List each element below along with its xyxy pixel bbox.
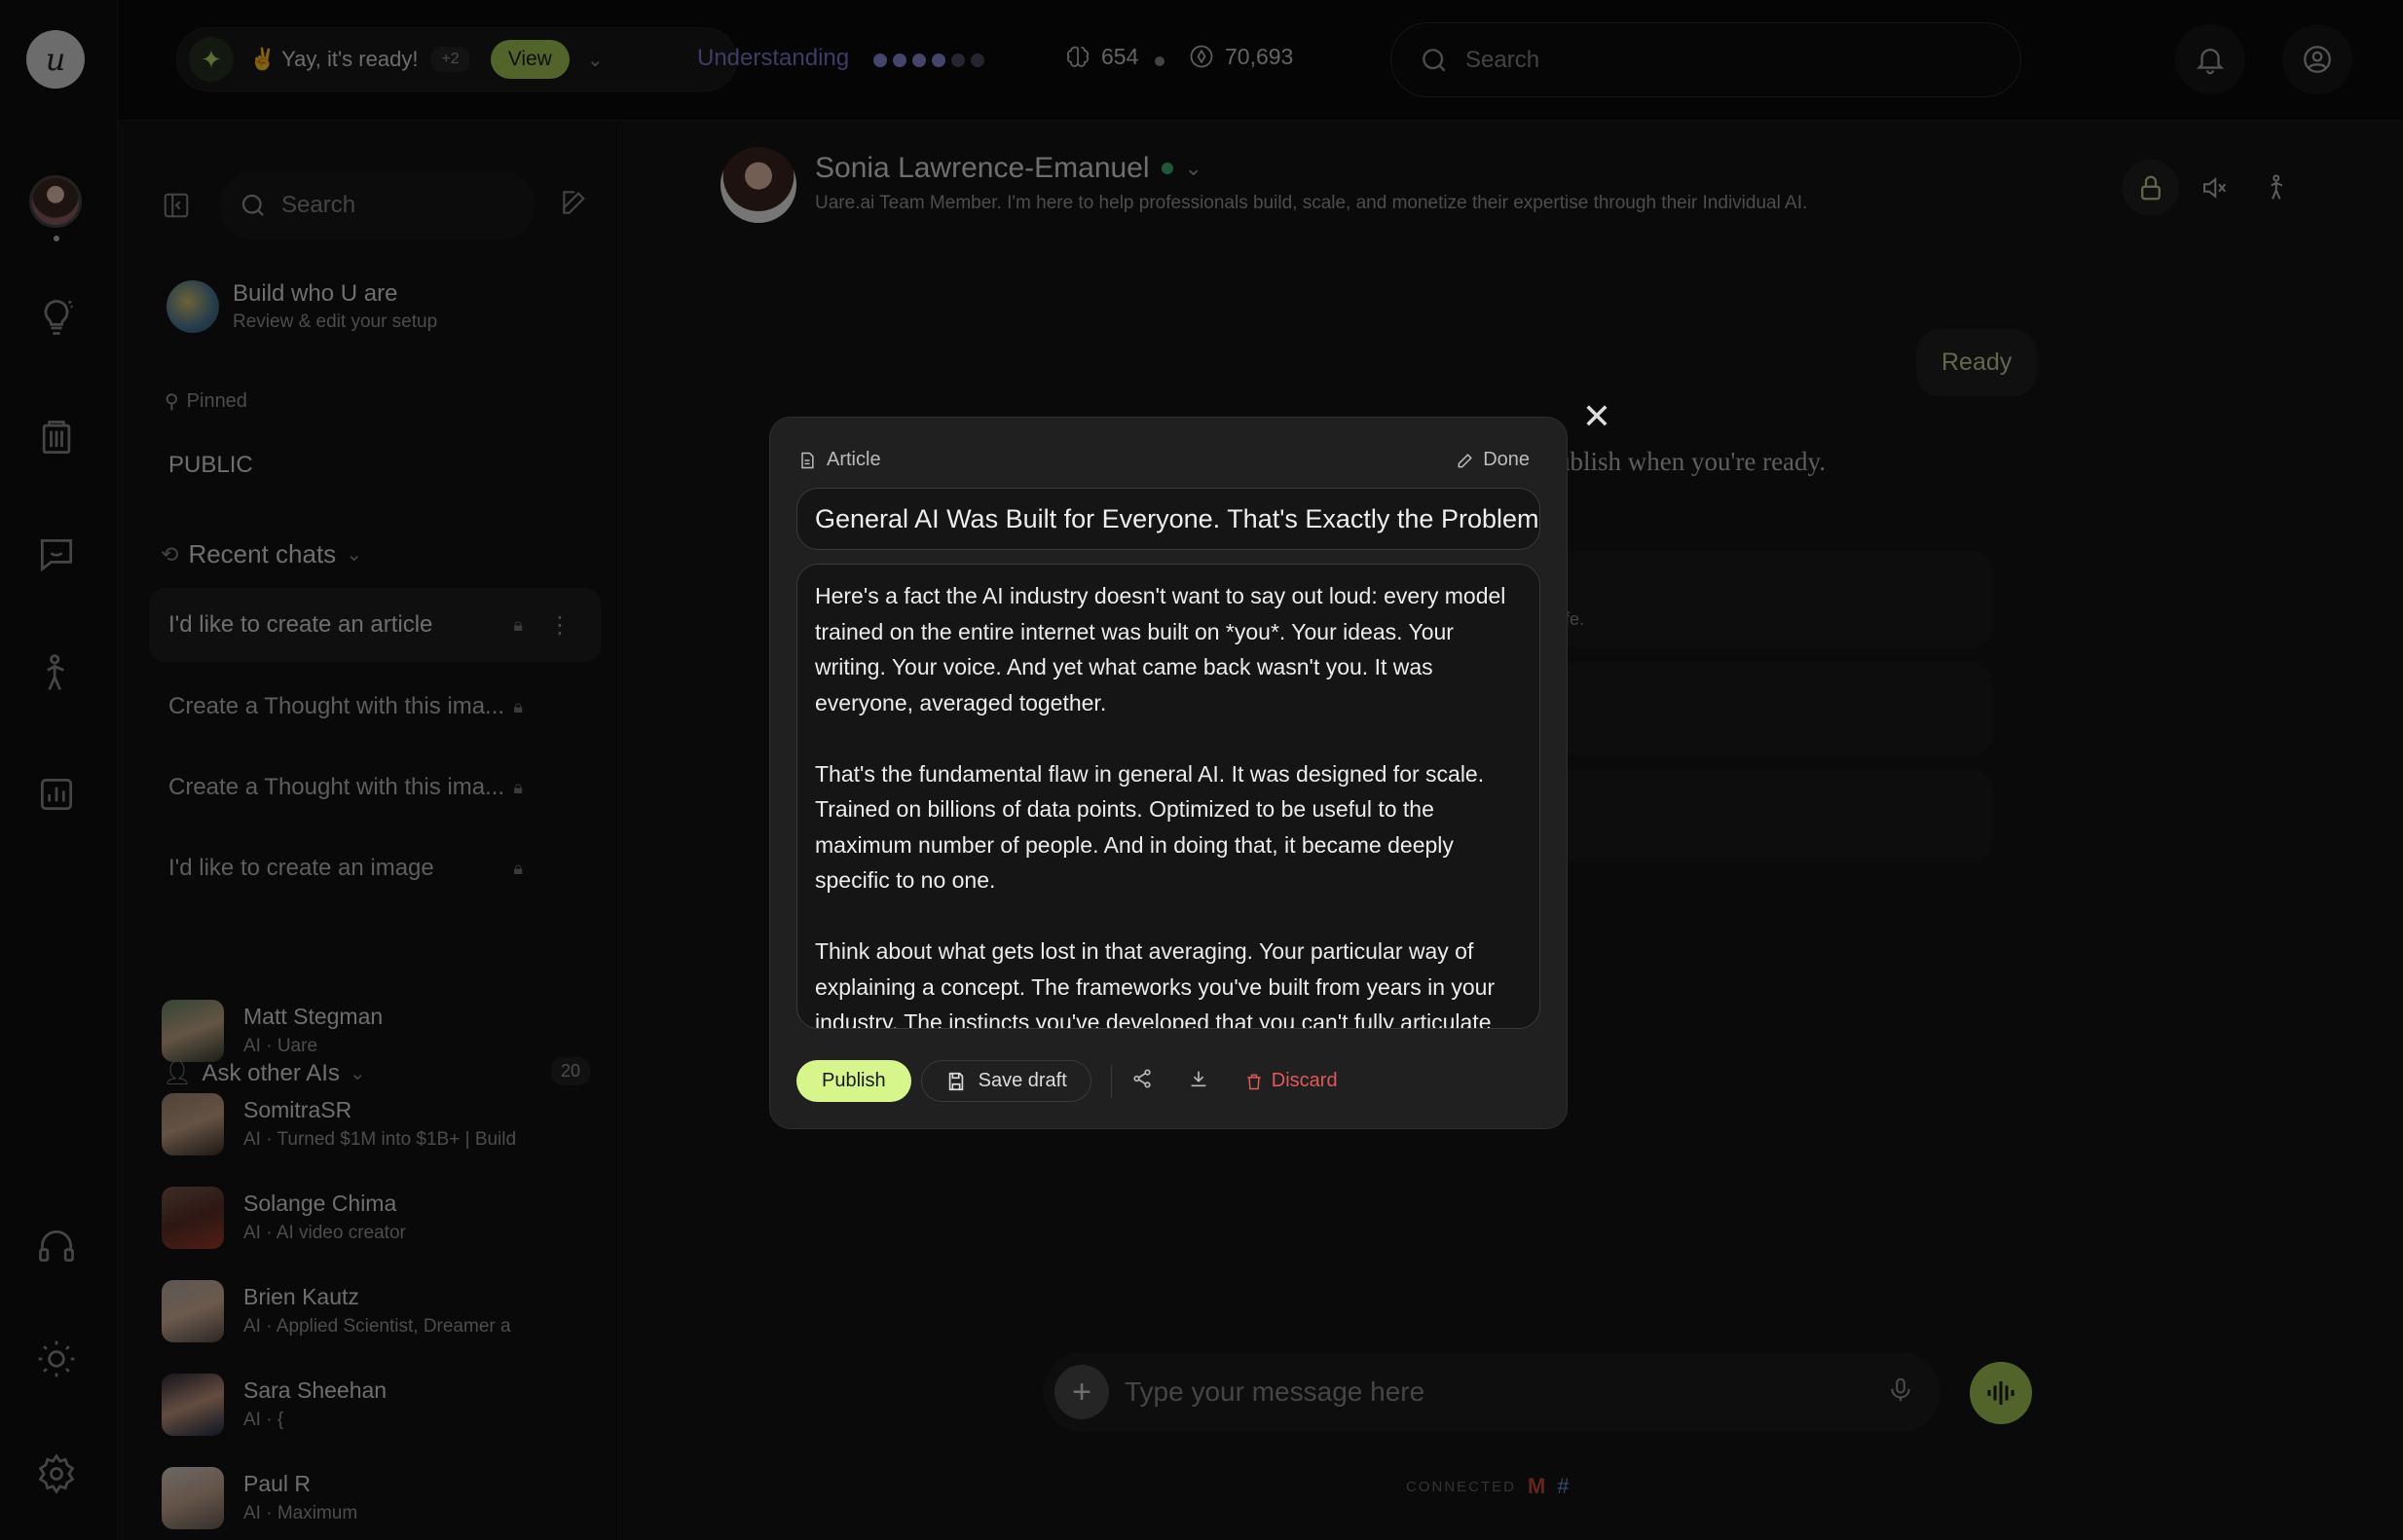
document-icon: [801, 452, 814, 468]
discard-button[interactable]: Discard: [1244, 1070, 1338, 1092]
modal-actions: Publish Save draft Discard: [796, 1060, 1338, 1102]
download-icon[interactable]: [1188, 1068, 1209, 1094]
publish-button[interactable]: Publish: [796, 1060, 911, 1102]
article-editor-modal: Article Done General AI Was Built for Ev…: [769, 417, 1568, 1129]
divider: [1110, 1064, 1112, 1098]
article-tag: Article: [797, 449, 881, 471]
save-draft-label: Save draft: [978, 1070, 1067, 1091]
save-icon: [948, 1072, 963, 1090]
article-title-field[interactable]: General AI Was Built for Everyone. That'…: [796, 488, 1540, 550]
article-body-field[interactable]: Here's a fact the AI industry doesn't wa…: [796, 564, 1540, 1029]
share-icon[interactable]: [1131, 1068, 1153, 1094]
trash-icon: [1247, 1074, 1261, 1089]
article-paragraph: That's the fundamental flaw in general A…: [815, 760, 1485, 894]
save-draft-button[interactable]: Save draft: [920, 1060, 1091, 1102]
close-icon[interactable]: ✕: [1577, 396, 1616, 436]
done-label: Done: [1483, 449, 1530, 470]
article-paragraph: Here's a fact the AI industry doesn't wa…: [815, 583, 1506, 715]
article-paragraph: Think about what gets lost in that avera…: [815, 938, 1496, 1029]
discard-label: Discard: [1271, 1070, 1338, 1091]
pencil-icon: [1458, 453, 1473, 467]
article-tag-label: Article: [827, 449, 881, 470]
done-button[interactable]: Done: [1456, 449, 1530, 471]
